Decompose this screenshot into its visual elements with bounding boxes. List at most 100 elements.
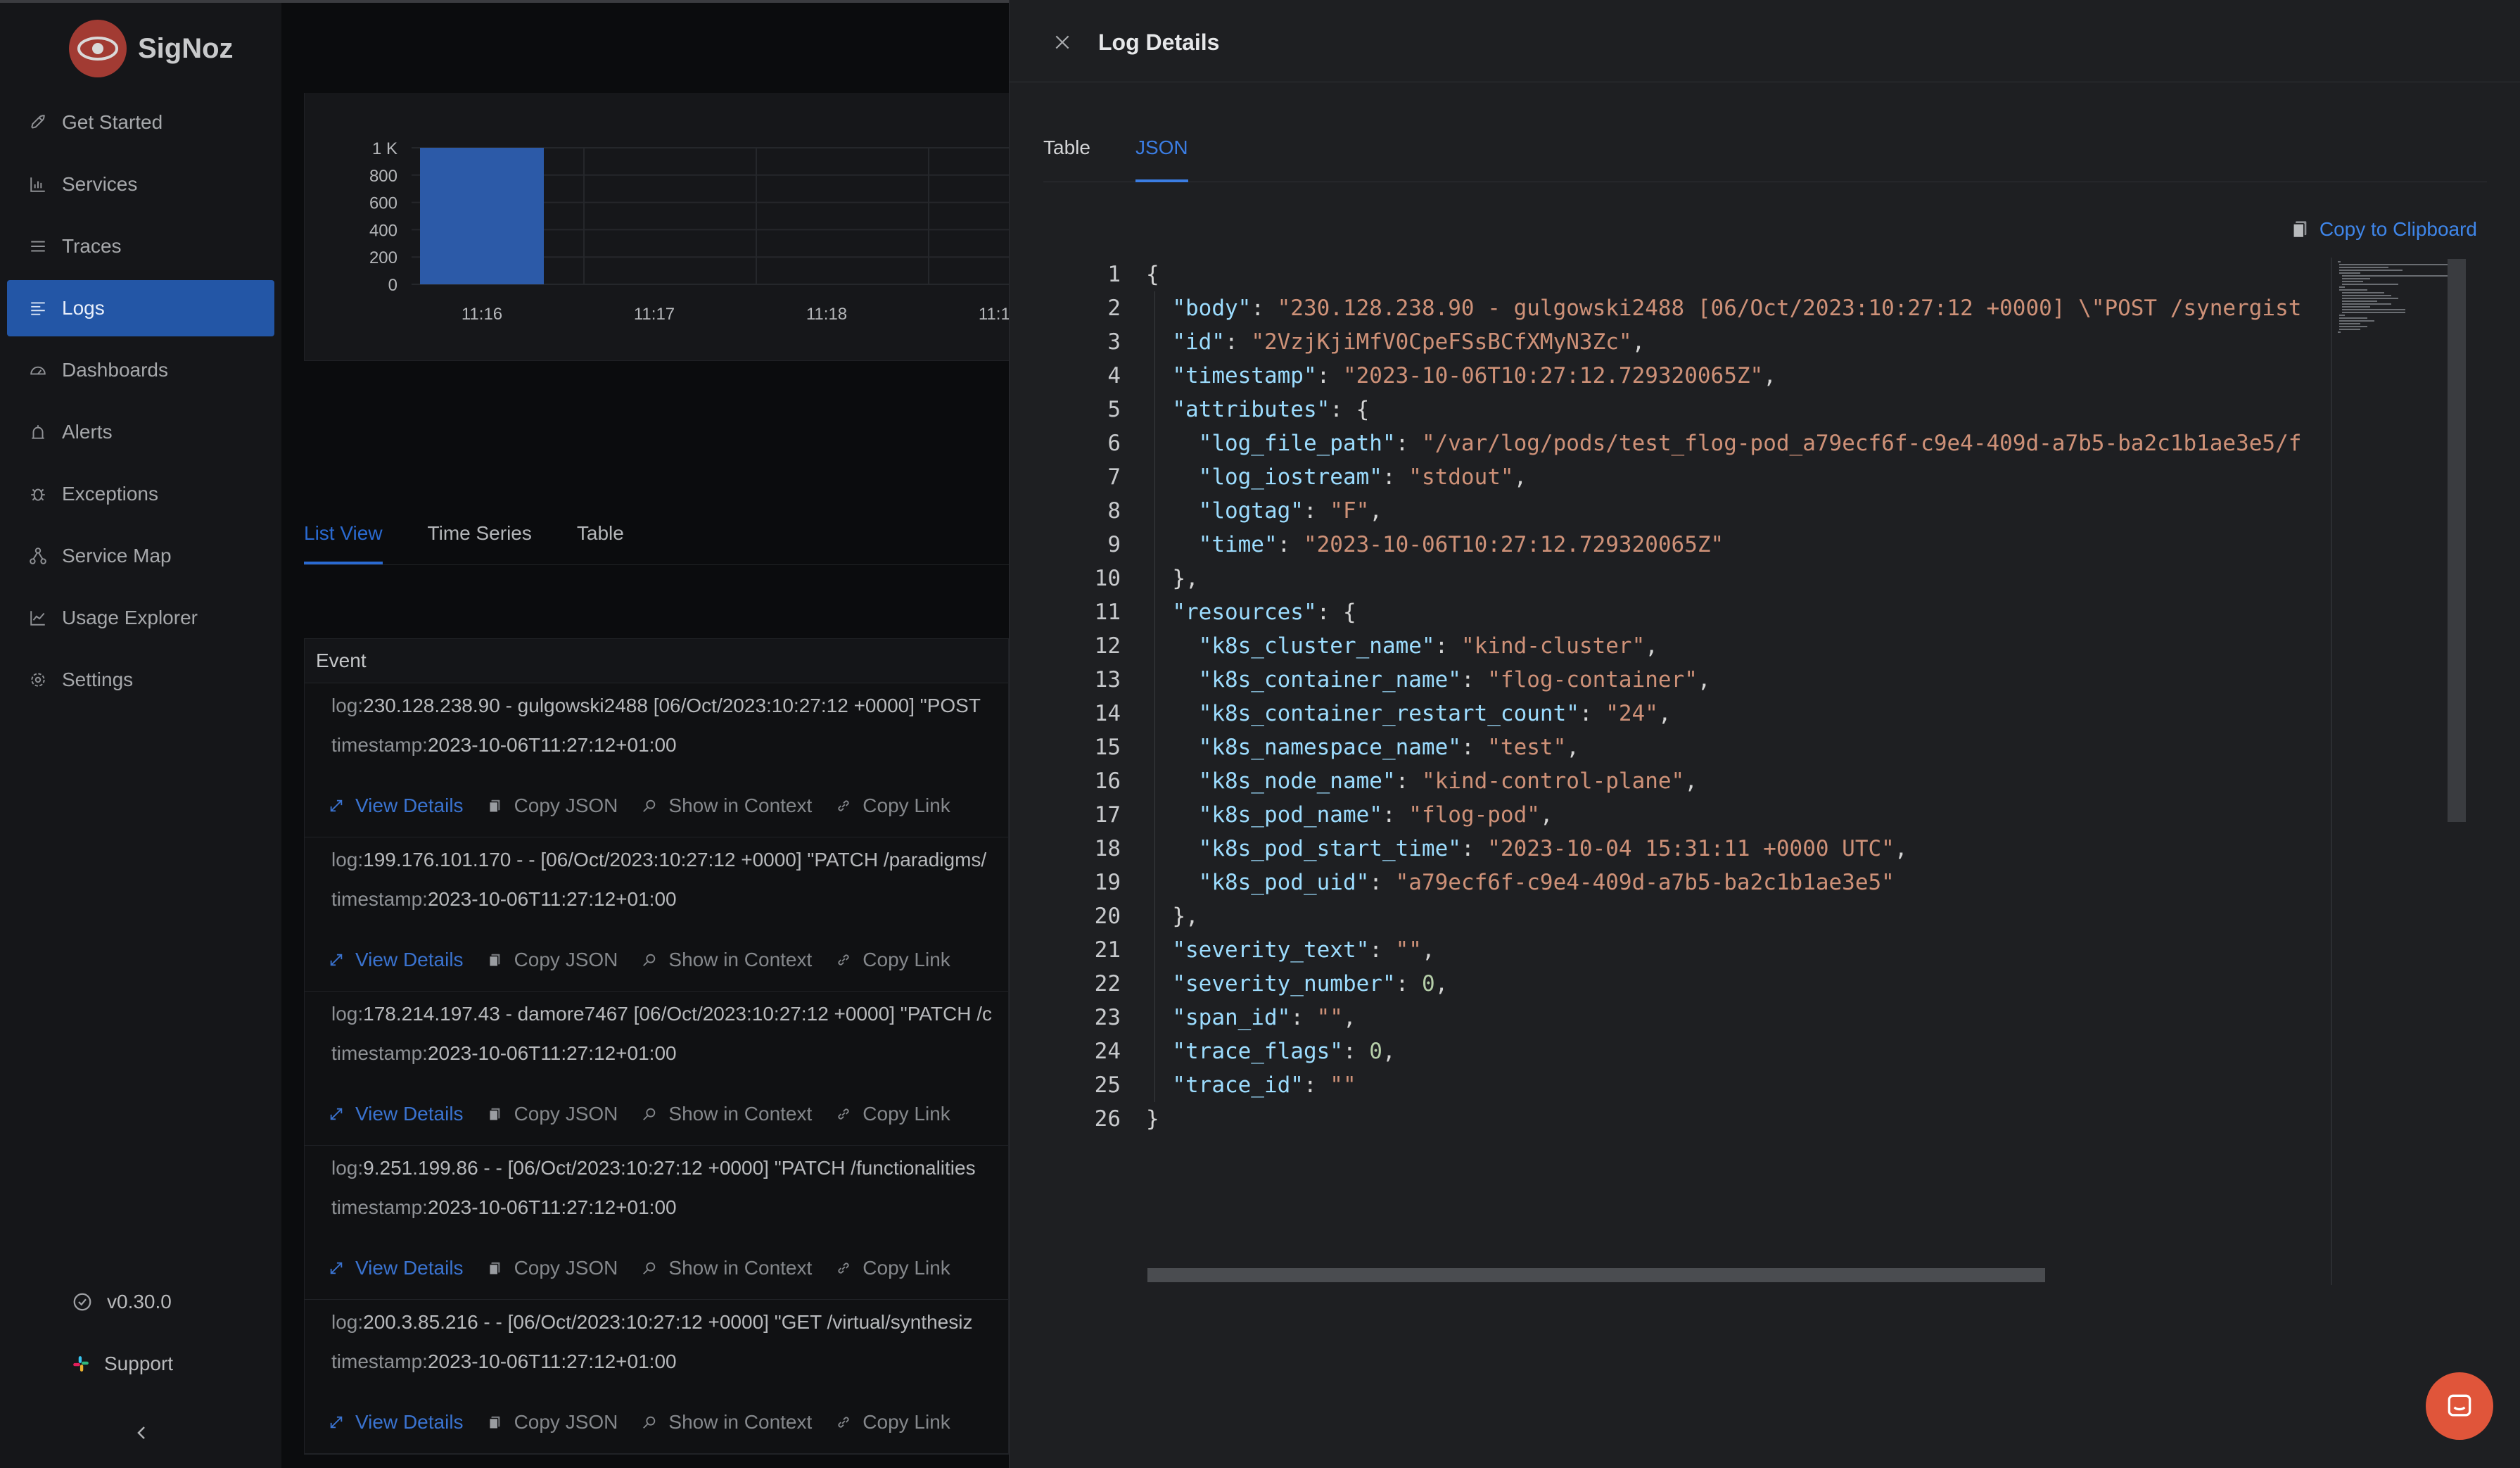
log-row[interactable]: log:9.251.199.86 - - [06/Oct/2023:10:27:…: [305, 1146, 1008, 1300]
code-line: "resources": {: [1172, 600, 1356, 625]
sidebar-item-settings[interactable]: Settings: [7, 652, 274, 708]
row-actions: View Details Copy JSON Show in Context Copy…: [329, 1257, 974, 1279]
log-value: 9.251.199.86 - - [06/Oct/2023:10:27:12 +…: [363, 1157, 976, 1179]
row-actions: View Details Copy JSON Show in Context Copy…: [329, 1103, 974, 1125]
sidebar: SigNoz Get Started Services Traces Logs …: [0, 0, 281, 1468]
app-name: SigNoz: [138, 32, 234, 64]
sidebar-item-exceptions[interactable]: Exceptions: [7, 466, 274, 522]
sidebar-item-dashboards[interactable]: Dashboards: [7, 342, 274, 398]
sidebar-item-traces[interactable]: Traces: [7, 218, 274, 274]
action-label: Copy Link: [863, 795, 950, 816]
code-line: "severity_text": "",: [1172, 937, 1435, 963]
editor-horizontal-scrollbar[interactable]: [1147, 1268, 2045, 1282]
show-in-context-button[interactable]: Show in Context: [642, 1411, 812, 1434]
version-badge[interactable]: v0.30.0: [72, 1291, 172, 1313]
copy-json-button[interactable]: Copy JSON: [488, 795, 618, 817]
support-link[interactable]: Support: [72, 1353, 173, 1375]
action-label: Copy JSON: [514, 1257, 618, 1279]
action-label: Copy JSON: [514, 1103, 618, 1125]
show-in-context-button[interactable]: Show in Context: [642, 949, 812, 971]
line-number: 18: [1094, 836, 1121, 861]
copy-link-button[interactable]: Copy Link: [836, 1411, 950, 1434]
code-line: "log_iostream": "stdout",: [1198, 464, 1527, 490]
sidebar-item-logs[interactable]: Logs: [7, 280, 274, 336]
view-details-button[interactable]: View Details: [329, 1257, 464, 1279]
view-details-button[interactable]: View Details: [329, 795, 464, 817]
code-line: "k8s_pod_uid": "a79ecf6f-c9e4-409d-a7b5-…: [1198, 870, 1895, 895]
link-icon: [836, 951, 853, 968]
line-number: 14: [1094, 701, 1121, 726]
tab-table[interactable]: Table: [1043, 134, 1090, 182]
copy-json-button[interactable]: Copy JSON: [488, 949, 618, 971]
copy-json-button[interactable]: Copy JSON: [488, 1411, 618, 1434]
view-details-button[interactable]: View Details: [329, 949, 464, 971]
sidebar-item-services[interactable]: Services: [7, 156, 274, 213]
action-label: View Details: [355, 1411, 464, 1433]
collapse-sidebar-button[interactable]: [131, 1419, 152, 1447]
copy-link-button[interactable]: Copy Link: [836, 1103, 950, 1125]
copy-link-button[interactable]: Copy Link: [836, 1257, 950, 1279]
line-number: 5: [1107, 397, 1121, 422]
show-in-context-button[interactable]: Show in Context: [642, 795, 812, 817]
line-number: 20: [1094, 904, 1121, 929]
sidebar-item-usage-explorer[interactable]: Usage Explorer: [7, 590, 274, 646]
y-tick-label: 200: [369, 248, 397, 267]
log-body: log:199.176.101.170 - - [06/Oct/2023:10:…: [331, 849, 986, 871]
link-icon: [836, 1106, 853, 1122]
line-number: 19: [1094, 870, 1121, 895]
drawer-header: Log Details: [1010, 3, 2520, 82]
log-body: log:200.3.85.216 - - [06/Oct/2023:10:27:…: [331, 1311, 972, 1334]
view-details-button[interactable]: View Details: [329, 1411, 464, 1434]
copy-json-button[interactable]: Copy JSON: [488, 1257, 618, 1279]
timestamp-value: 2023-10-06T11:27:12+01:00: [427, 888, 677, 910]
expand-icon: [329, 1414, 345, 1431]
search-icon: [642, 1106, 658, 1122]
editor-vertical-scrollbar[interactable]: [2448, 259, 2466, 822]
sidebar-item-service-map[interactable]: Service Map: [7, 528, 274, 584]
log-body: log:9.251.199.86 - - [06/Oct/2023:10:27:…: [331, 1157, 976, 1179]
line-number: 13: [1094, 667, 1121, 692]
support-text: Support: [104, 1353, 174, 1374]
line-number: 2: [1107, 296, 1121, 321]
row-actions: View Details Copy JSON Show in Context Copy…: [329, 949, 974, 971]
json-code[interactable]: { "body": "230.128.238.90 - gulgowski248…: [1146, 258, 2317, 1136]
tab-table[interactable]: Table: [577, 515, 624, 564]
tab-time-series[interactable]: Time Series: [428, 515, 532, 564]
tab-list-view[interactable]: List View: [304, 515, 383, 564]
log-row[interactable]: log:199.176.101.170 - - [06/Oct/2023:10:…: [305, 837, 1008, 992]
close-button[interactable]: [1052, 32, 1073, 53]
log-label: log:: [331, 1311, 364, 1333]
sidebar-item-get-started[interactable]: Get Started: [7, 94, 274, 151]
log-row[interactable]: log:178.214.197.43 - damore7467 [06/Oct/…: [305, 992, 1008, 1146]
show-in-context-button[interactable]: Show in Context: [642, 1103, 812, 1125]
log-row[interactable]: log:200.3.85.216 - - [06/Oct/2023:10:27:…: [305, 1300, 1008, 1454]
action-label: View Details: [355, 949, 464, 970]
copy-link-button[interactable]: Copy Link: [836, 795, 950, 817]
copy-json-button[interactable]: Copy JSON: [488, 1103, 618, 1125]
expand-icon: [329, 951, 345, 968]
code-line: "k8s_pod_name": "flog-pod",: [1198, 802, 1553, 828]
log-timestamp: timestamp:2023-10-06T11:27:12+01:00: [331, 1350, 677, 1373]
action-label: Copy JSON: [514, 1411, 618, 1433]
view-details-button[interactable]: View Details: [329, 1103, 464, 1125]
copy-link-button[interactable]: Copy Link: [836, 949, 950, 971]
sidebar-item-alerts[interactable]: Alerts: [7, 404, 274, 460]
log-row[interactable]: log:230.128.238.90 - gulgowski2488 [06/O…: [305, 683, 1008, 837]
json-editor[interactable]: 1 2 3 4 5 6 7 8 9 10 11 12 13 14 15 16 17 18 19 20 21 22 23 24 2…: [1043, 258, 2487, 1286]
action-label: Copy Link: [863, 1411, 950, 1433]
line-number: 24: [1094, 1039, 1121, 1064]
log-timestamp: timestamp:2023-10-06T11:27:12+01:00: [331, 1042, 677, 1065]
logo[interactable]: SigNoz: [69, 20, 234, 77]
code-line: "k8s_cluster_name": "kind-cluster",: [1198, 633, 1658, 659]
dashboard-icon: [28, 360, 48, 380]
gear-icon: [28, 670, 48, 690]
log-label: log:: [331, 1003, 364, 1025]
editor-minimap[interactable]: [2331, 258, 2466, 1285]
chat-support-button[interactable]: [2426, 1372, 2493, 1440]
show-in-context-button[interactable]: Show in Context: [642, 1257, 812, 1279]
copy-to-clipboard-button[interactable]: Copy to Clipboard: [2291, 218, 2477, 241]
tab-json[interactable]: JSON: [1135, 134, 1188, 182]
action-label: View Details: [355, 795, 464, 816]
copy-icon: [488, 951, 504, 968]
log-label: log:: [331, 1157, 364, 1179]
